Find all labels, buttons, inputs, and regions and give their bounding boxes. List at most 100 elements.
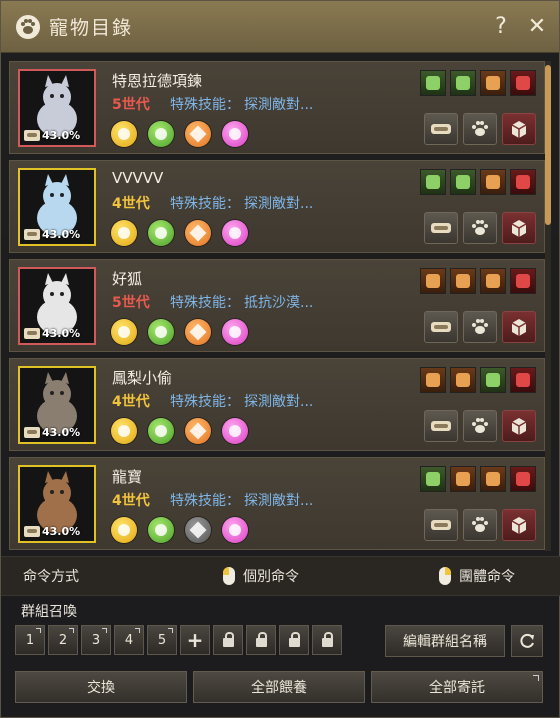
tier-yellow-icon[interactable]: [111, 517, 137, 543]
skill-green-icon[interactable]: [450, 70, 476, 96]
pet-portrait[interactable]: 43.0%: [18, 465, 96, 543]
feed-button[interactable]: [424, 212, 458, 244]
skill-green-icon[interactable]: [420, 70, 446, 96]
tier-green-icon[interactable]: [148, 220, 174, 246]
pet-special-skill[interactable]: 特殊技能： 抵抗沙漠...: [170, 292, 313, 312]
individual-command-option[interactable]: 個別命令: [223, 566, 299, 586]
refresh-button[interactable]: [511, 625, 543, 657]
store-pet-button[interactable]: [502, 509, 536, 541]
add-group-button[interactable]: +: [180, 625, 210, 655]
special-skill-value: 探測敵對...: [244, 196, 314, 212]
pet-row[interactable]: 43.0% 好狐 5世代 特殊技能： 抵抗沙漠...: [9, 259, 545, 352]
locked-group-slot[interactable]: [279, 625, 309, 655]
skill-orange-icon[interactable]: [420, 268, 446, 294]
pet-special-skill[interactable]: 特殊技能： 探測敵對...: [170, 490, 313, 510]
pet-row[interactable]: 43.0% 特恩拉德項鍊 5世代 特殊技能： 探測敵對...: [9, 61, 545, 154]
pet-row[interactable]: 43.0% 龍寶 4世代 特殊技能： 探測敵對...: [9, 457, 545, 550]
tier-orange-icon[interactable]: [185, 220, 211, 246]
tier-gray-icon[interactable]: [185, 517, 211, 543]
pet-command-button[interactable]: [463, 410, 497, 442]
group-slot-3-button[interactable]: 3: [81, 625, 111, 655]
skill-green-icon[interactable]: [480, 367, 506, 393]
pet-special-skill[interactable]: 特殊技能： 探測敵對...: [170, 391, 313, 411]
pet-command-button[interactable]: [463, 212, 497, 244]
tier-pink-icon[interactable]: [222, 121, 248, 147]
pet-portrait[interactable]: 43.0%: [18, 69, 96, 147]
skill-orange-icon[interactable]: [480, 70, 506, 96]
group-slot-1-button[interactable]: 1: [15, 625, 45, 655]
skill-orange-icon[interactable]: [450, 466, 476, 492]
store-all-button[interactable]: 全部寄託: [371, 671, 543, 703]
question-mark-icon[interactable]: ?: [487, 13, 515, 41]
edit-group-name-button[interactable]: 編輯群組名稱: [385, 625, 505, 657]
exchange-button[interactable]: 交換: [15, 671, 187, 703]
skill-orange-icon[interactable]: [480, 268, 506, 294]
feed-button[interactable]: [424, 509, 458, 541]
skill-red-icon[interactable]: [510, 466, 536, 492]
special-skill-label: 特殊技能：: [170, 295, 240, 311]
skill-green-icon[interactable]: [420, 466, 446, 492]
pet-portrait[interactable]: 43.0%: [18, 267, 96, 345]
skill-red-icon[interactable]: [510, 367, 536, 393]
pet-row[interactable]: 43.0% VVVVV 4世代 特殊技能： 探測敵對...: [9, 160, 545, 253]
skill-orange-icon[interactable]: [450, 268, 476, 294]
tier-yellow-icon[interactable]: [111, 121, 137, 147]
tier-pink-icon[interactable]: [222, 418, 248, 444]
group-command-option[interactable]: 團體命令: [439, 566, 515, 586]
scroll-thumb[interactable]: [545, 65, 551, 225]
pet-special-skill[interactable]: 特殊技能： 探測敵對...: [170, 193, 313, 213]
feed-all-button[interactable]: 全部餵養: [193, 671, 365, 703]
hunger-value: 43.0%: [42, 228, 81, 241]
pet-generation: 4世代: [112, 394, 150, 410]
pet-tier-icons: [111, 418, 248, 444]
skill-red-icon[interactable]: [510, 169, 536, 195]
skill-green-icon[interactable]: [450, 169, 476, 195]
title-bar[interactable]: 寵物目錄 ? ✕: [1, 1, 559, 53]
pet-portrait[interactable]: 43.0%: [18, 366, 96, 444]
tier-yellow-icon[interactable]: [111, 319, 137, 345]
group-slot-5-button[interactable]: 5: [147, 625, 177, 655]
tier-orange-icon[interactable]: [185, 418, 211, 444]
skill-orange-icon[interactable]: [480, 169, 506, 195]
pet-command-button[interactable]: [463, 311, 497, 343]
skill-orange-icon[interactable]: [420, 367, 446, 393]
tier-yellow-icon[interactable]: [111, 418, 137, 444]
feed-button[interactable]: [424, 113, 458, 145]
pet-command-button[interactable]: [463, 113, 497, 145]
skill-orange-icon[interactable]: [480, 466, 506, 492]
group-slot-2-button[interactable]: 2: [48, 625, 78, 655]
tier-pink-icon[interactable]: [222, 319, 248, 345]
store-pet-button[interactable]: [502, 113, 536, 145]
skill-red-icon[interactable]: [510, 268, 536, 294]
tier-green-icon[interactable]: [148, 121, 174, 147]
locked-group-slot[interactable]: [312, 625, 342, 655]
tier-green-icon[interactable]: [148, 418, 174, 444]
pet-actions: [424, 311, 536, 343]
tier-orange-icon[interactable]: [185, 319, 211, 345]
tier-orange-icon[interactable]: [185, 121, 211, 147]
pet-command-button[interactable]: [463, 509, 497, 541]
tier-green-icon[interactable]: [148, 319, 174, 345]
tier-green-icon[interactable]: [148, 517, 174, 543]
pet-special-skill[interactable]: 特殊技能： 探測敵對...: [170, 94, 313, 114]
locked-group-slot[interactable]: [213, 625, 243, 655]
feed-button[interactable]: [424, 311, 458, 343]
scrollbar[interactable]: [545, 61, 551, 551]
skill-red-icon[interactable]: [510, 70, 536, 96]
skill-orange-icon[interactable]: [450, 367, 476, 393]
skill-green-icon[interactable]: [420, 169, 446, 195]
tier-pink-icon[interactable]: [222, 220, 248, 246]
group-slot-4-button[interactable]: 4: [114, 625, 144, 655]
store-pet-button[interactable]: [502, 410, 536, 442]
store-pet-button[interactable]: [502, 212, 536, 244]
pet-portrait[interactable]: 43.0%: [18, 168, 96, 246]
tier-pink-icon[interactable]: [222, 517, 248, 543]
store-pet-button[interactable]: [502, 311, 536, 343]
close-icon[interactable]: ✕: [523, 13, 551, 41]
tier-yellow-icon[interactable]: [111, 220, 137, 246]
locked-group-slot[interactable]: [246, 625, 276, 655]
pet-row[interactable]: 43.0% 鳳梨小偷 4世代 特殊技能： 探測敵對...: [9, 358, 545, 451]
pet-list[interactable]: 43.0% 特恩拉德項鍊 5世代 特殊技能： 探測敵對... 43.0% VVVVV 4世代特…: [9, 61, 545, 551]
feed-button[interactable]: [424, 410, 458, 442]
special-skill-value: 探測敵對...: [244, 493, 314, 509]
